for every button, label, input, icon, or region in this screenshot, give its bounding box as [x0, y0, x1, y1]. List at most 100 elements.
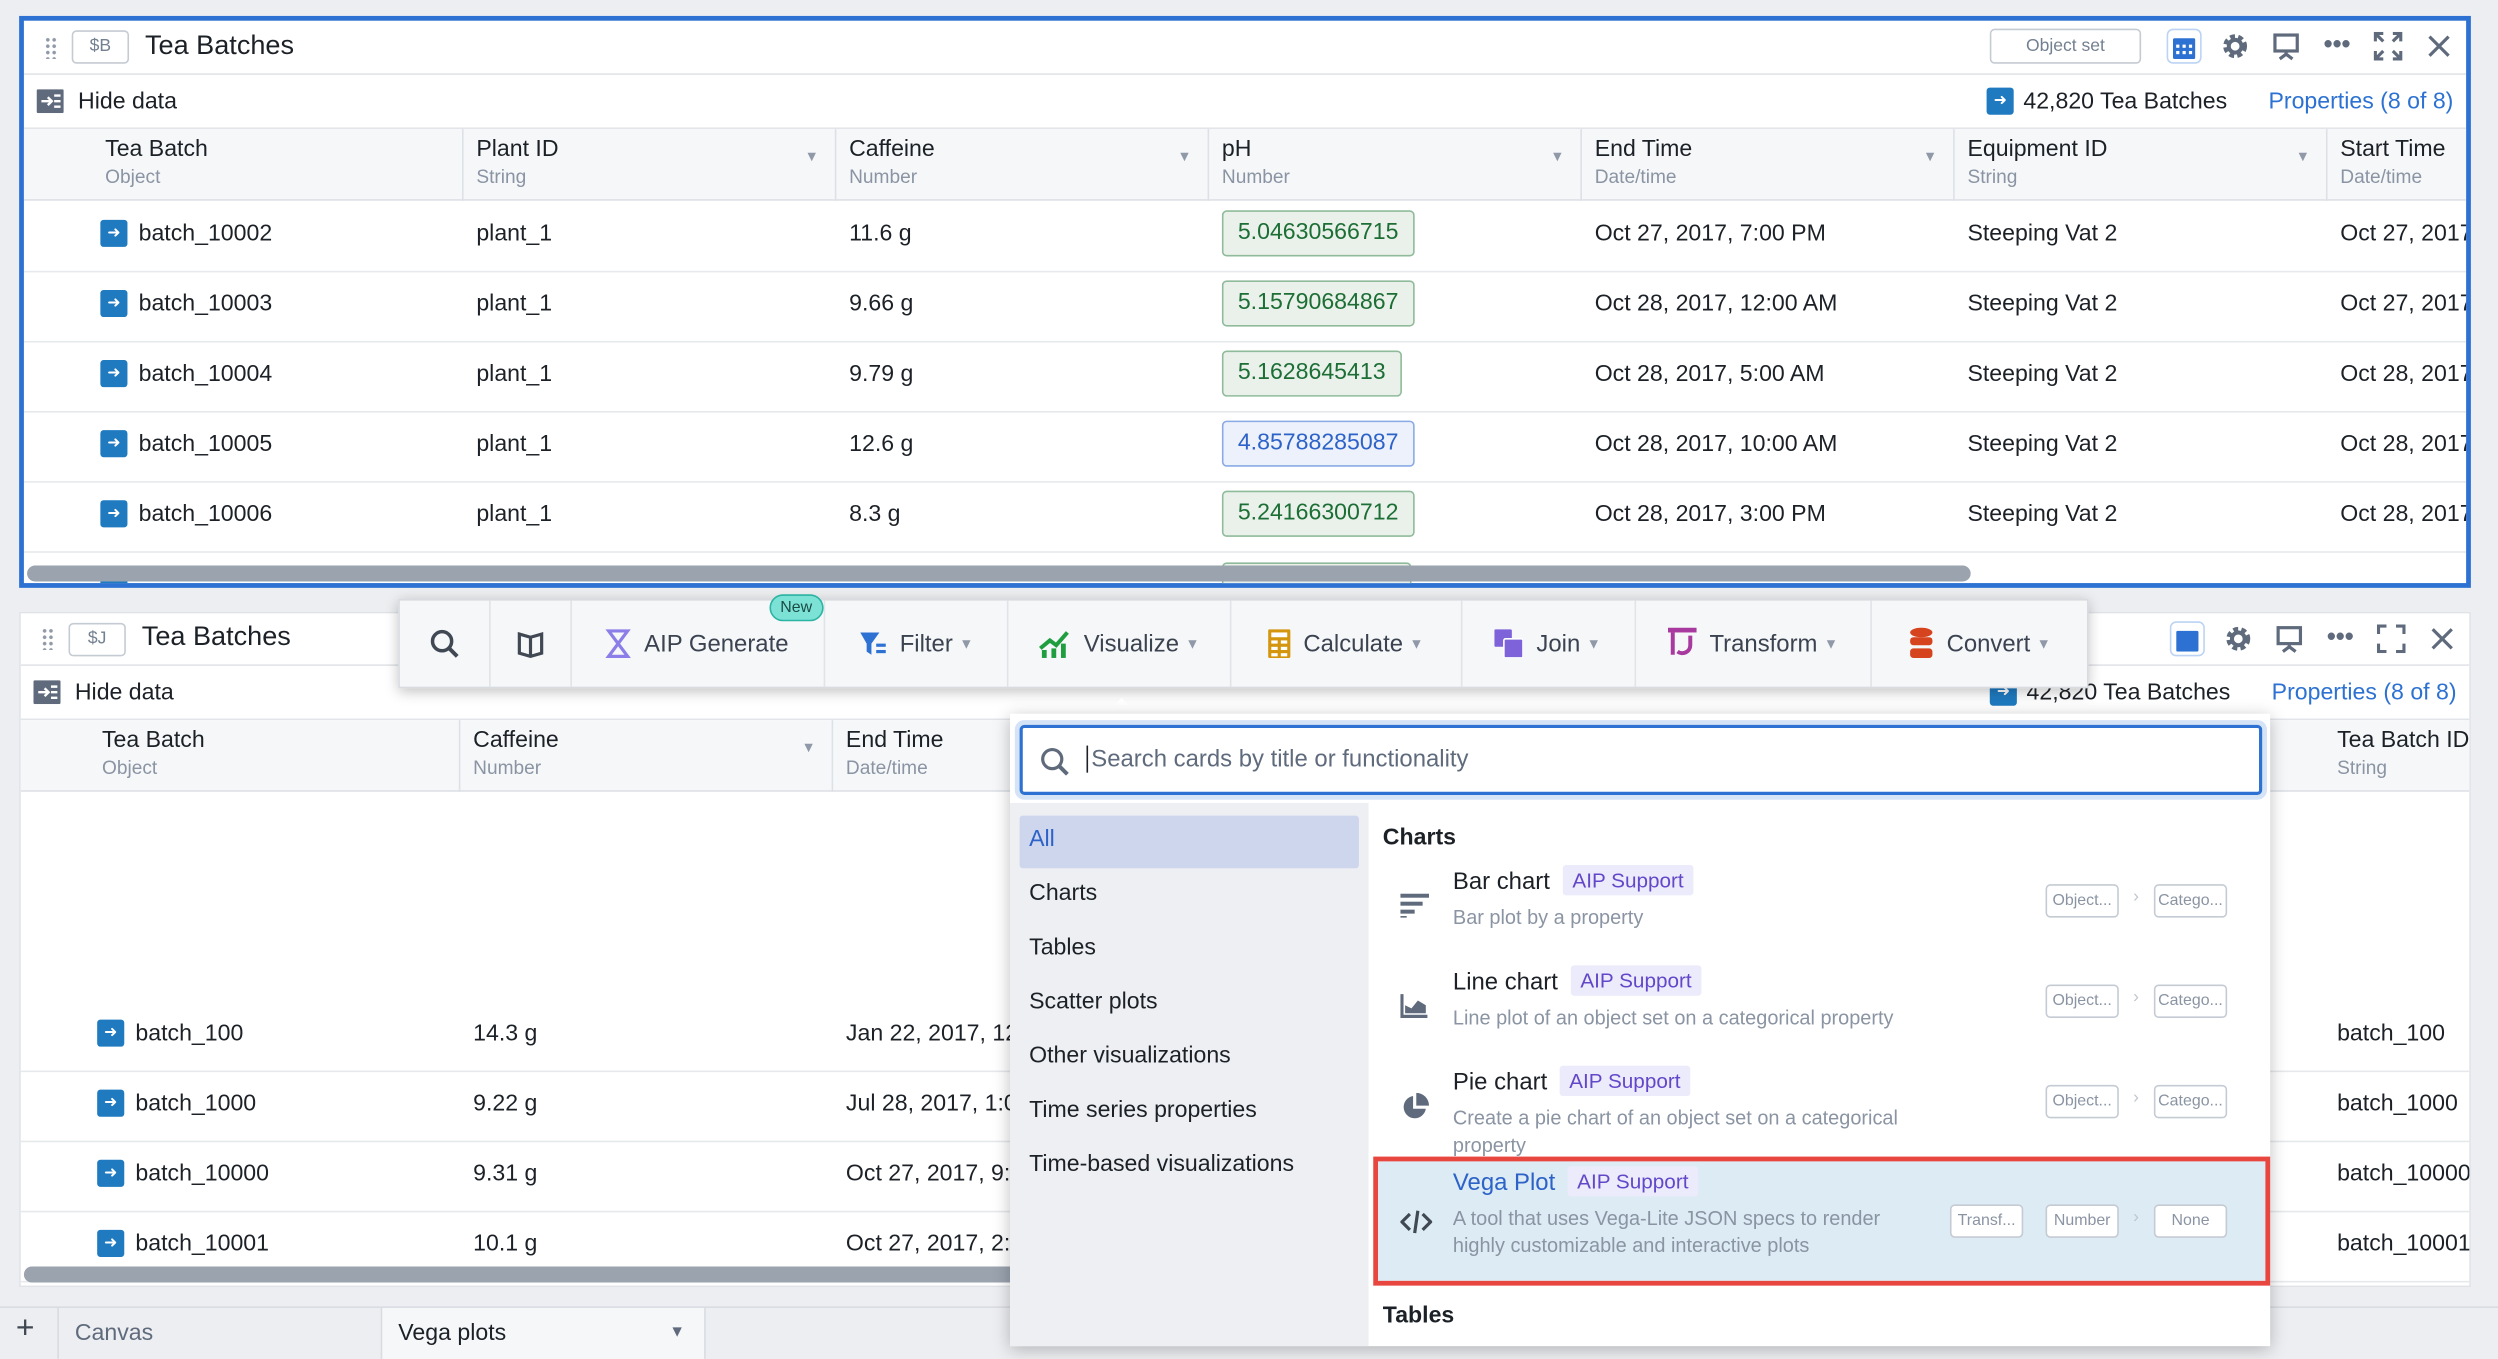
category-item[interactable]: Time-based visualizations — [1020, 1141, 1359, 1194]
chevron-down-icon: ▼ — [959, 635, 974, 652]
cell-end: Oct 28, 2017, 12:00 AM — [1594, 291, 1838, 318]
chevron-down-icon[interactable]: ▼ — [2296, 148, 2310, 164]
join-icon — [1494, 629, 1524, 658]
category-item[interactable]: Other visualizations — [1020, 1032, 1359, 1085]
column-header[interactable]: Caffeine Number ▼ — [460, 720, 834, 792]
object-link[interactable]: ➜ batch_10005 — [100, 430, 273, 458]
filter-button[interactable]: Filter ▼ — [824, 600, 1009, 687]
card-vega-plot[interactable]: Vega Plot AIP Support A tool that uses Veg… — [1373, 1156, 2271, 1286]
column-header[interactable]: End Time Date/time ▼ — [1582, 129, 1955, 201]
hide-data-button[interactable]: Hide data — [75, 680, 174, 705]
gear-icon[interactable] — [2218, 29, 2253, 64]
card-bar-chart[interactable]: Bar chart AIP Support Bar plot by a proper… — [1378, 860, 2265, 956]
chevron-down-icon[interactable]: ▼ — [1177, 148, 1191, 164]
column-header[interactable]: Caffeine Number ▼ — [836, 129, 1210, 201]
panel-title[interactable]: Tea Batches — [145, 30, 294, 62]
visualize-button[interactable]: Visualize ▼ — [1009, 600, 1232, 687]
object-link[interactable]: ➜ batch_10002 — [100, 219, 273, 247]
object-link[interactable]: ➜ batch_10006 — [100, 500, 273, 528]
hide-data-icon[interactable] — [33, 680, 61, 712]
column-header[interactable]: Start Time Date/time — [2328, 129, 2467, 201]
more-icon[interactable]: ••• — [2320, 29, 2355, 64]
variable-chip[interactable]: $B — [71, 30, 130, 64]
table-row[interactable]: ➜ batch_10002 plant_1 11.6 g 5.04630566715 Oc… — [23, 202, 2467, 273]
object-name[interactable]: batch_10004 — [139, 361, 273, 386]
more-icon[interactable]: ••• — [2323, 621, 2358, 656]
table-row[interactable]: ➜ batch_10006 plant_1 8.3 g 5.24166300712 Oct… — [23, 483, 2467, 553]
calendar-icon[interactable] — [2169, 621, 2205, 657]
object-name[interactable]: batch_10005 — [139, 431, 273, 456]
add-page-button[interactable]: + — [0, 1307, 59, 1359]
card-search-input[interactable]: Search cards by title or functionality — [1019, 724, 2263, 795]
properties-link[interactable]: Properties (8 of 8) — [2268, 89, 2453, 114]
hide-data-icon[interactable] — [36, 89, 64, 121]
panel-title[interactable]: Tea Batches — [142, 621, 291, 653]
object-link[interactable]: ➜ batch_10001 — [97, 1229, 269, 1257]
variable-chip[interactable]: $J — [68, 622, 126, 657]
table-row[interactable]: ➜ batch_10003 plant_1 9.66 g 5.15790684867 Oc… — [23, 272, 2467, 343]
chevron-down-icon[interactable]: ▼ — [801, 739, 815, 755]
hide-data-button[interactable]: Hide data — [78, 89, 177, 114]
library-button[interactable] — [491, 600, 572, 687]
object-type-icon: ➜ — [1986, 87, 2014, 115]
join-button[interactable]: Join ▼ — [1462, 600, 1636, 687]
category-item[interactable]: Time series properties — [1020, 1086, 1359, 1139]
object-name[interactable]: batch_1000 — [135, 1090, 256, 1115]
object-name[interactable]: batch_10000 — [135, 1161, 269, 1186]
object-link[interactable]: ➜ batch_1000 — [97, 1089, 256, 1117]
object-type-icon: ➜ — [97, 1229, 125, 1257]
object-link[interactable]: ➜ batch_10004 — [100, 360, 273, 388]
table-row[interactable]: ➜ batch_10004 plant_1 9.79 g 5.1628645413 Oct… — [23, 343, 2467, 413]
calculate-button[interactable]: Calculate ▼ — [1231, 600, 1463, 687]
chevron-down-icon[interactable]: ▼ — [669, 1324, 685, 1342]
column-header[interactable]: pH Number ▼ — [1209, 129, 1582, 201]
expand-icon[interactable] — [2371, 29, 2406, 64]
ph-badge: 5.1628645413 — [1221, 350, 1402, 397]
gear-icon[interactable] — [2221, 621, 2256, 656]
calendar-icon[interactable] — [2166, 28, 2202, 64]
object-name[interactable]: batch_10001 — [135, 1231, 269, 1256]
presentation-icon[interactable] — [2269, 29, 2304, 64]
column-header[interactable]: Plant ID String ▼ — [464, 129, 837, 201]
object-name[interactable]: batch_10002 — [139, 221, 273, 246]
horizontal-scrollbar[interactable] — [27, 565, 1971, 582]
object-link[interactable]: ➜ batch_10003 — [100, 289, 273, 318]
column-header[interactable]: Tea Batch Object — [27, 129, 464, 201]
chevron-down-icon[interactable]: ▼ — [1923, 148, 1937, 164]
close-icon[interactable] — [2422, 29, 2457, 64]
close-icon[interactable] — [2425, 621, 2460, 656]
column-header[interactable]: Tea Batch Object — [24, 720, 461, 792]
category-item[interactable]: Scatter plots — [1020, 978, 1359, 1031]
table-row[interactable]: ➜ batch_10005 plant_1 12.6 g 4.85788285087 Oc… — [23, 413, 2467, 483]
card-pie-chart[interactable]: Pie chart AIP Support Create a pie chart o… — [1378, 1061, 2265, 1157]
expand-icon[interactable] — [2374, 621, 2409, 656]
column-header[interactable]: Tea Batch ID String — [2324, 720, 2469, 792]
object-link[interactable]: ➜ batch_10000 — [97, 1159, 269, 1187]
card-description: Create a pie chart of an object set on a… — [1452, 1107, 1898, 1157]
search-button[interactable] — [400, 600, 491, 687]
object-name[interactable]: batch_10003 — [139, 291, 273, 316]
tab-vega-plots[interactable]: Vega plots ▼ — [382, 1307, 706, 1359]
column-header[interactable]: Equipment ID String ▼ — [1955, 129, 2328, 201]
aip-icon — [605, 629, 632, 658]
convert-button[interactable]: Convert ▼ — [1872, 601, 2087, 687]
tab-canvas[interactable]: Canvas — [59, 1307, 383, 1359]
category-item[interactable]: All — [1019, 815, 1359, 869]
object-link[interactable]: ➜ batch_100 — [97, 1019, 243, 1047]
category-item[interactable]: Charts — [1020, 870, 1359, 923]
drag-handle-icon[interactable] — [44, 36, 58, 59]
presentation-icon[interactable] — [2272, 621, 2307, 656]
aip-generate-button[interactable]: AIP Generate New — [572, 594, 825, 687]
chevron-down-icon[interactable]: ▼ — [1550, 148, 1564, 164]
object-name[interactable]: batch_100 — [135, 1020, 243, 1045]
card-line-chart[interactable]: Line chart AIP Support Line plot of an obj… — [1378, 961, 2265, 1057]
drag-handle-icon[interactable] — [41, 627, 55, 650]
chevron-right-icon: › — [2133, 1207, 2140, 1227]
category-item[interactable]: Tables — [1020, 924, 1359, 977]
cell-plant: plant_1 — [476, 291, 553, 318]
transform-button[interactable]: Transform ▼ — [1635, 600, 1873, 687]
object-set-button[interactable]: Object set — [1989, 28, 2142, 64]
chevron-down-icon[interactable]: ▼ — [805, 148, 819, 164]
object-name[interactable]: batch_10006 — [139, 501, 273, 526]
properties-link[interactable]: Properties (8 of 8) — [2272, 680, 2457, 705]
